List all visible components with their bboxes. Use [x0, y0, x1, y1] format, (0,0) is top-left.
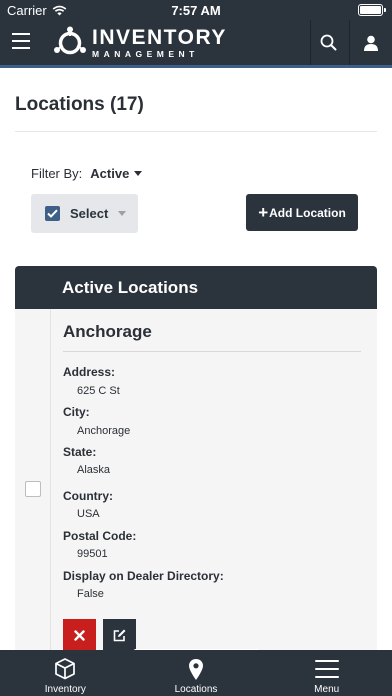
row-checkbox[interactable]	[25, 481, 41, 497]
tab-bar: Inventory Locations Menu	[0, 650, 392, 696]
edit-button[interactable]	[103, 619, 136, 651]
divider	[15, 131, 377, 132]
add-location-button[interactable]: + Add Location	[246, 194, 358, 231]
tab-inventory[interactable]: Inventory	[0, 650, 131, 696]
country-label: Country:	[63, 489, 113, 503]
location-name: Anchorage	[63, 322, 152, 341]
location-card: Anchorage Address: 625 C St City: Anchor…	[15, 309, 377, 669]
address-label: Address:	[63, 365, 116, 379]
plus-icon: +	[258, 203, 269, 222]
search-icon	[320, 34, 337, 51]
page-title: Locations (17)	[15, 94, 144, 115]
logo-icon	[54, 26, 86, 55]
city-value: Anchorage	[77, 425, 131, 437]
postal-code-label: Postal Code:	[63, 529, 137, 543]
account-button[interactable]	[349, 20, 392, 65]
brand-logo[interactable]: INVENTORY MANAGEMENT	[52, 26, 227, 60]
search-button[interactable]	[310, 20, 346, 65]
filter-by: Filter By: Active	[31, 166, 143, 181]
select-label: Select	[70, 206, 109, 221]
user-icon	[364, 35, 378, 51]
panel-title: Active Locations	[15, 266, 377, 309]
city-label: City:	[63, 405, 90, 419]
dealer-directory-value: False	[77, 588, 104, 600]
app-header: INVENTORY MANAGEMENT	[0, 20, 392, 68]
country-value: USA	[77, 508, 100, 520]
delete-button[interactable]	[63, 619, 96, 651]
battery-icon	[358, 4, 386, 16]
checkbox-checked-icon[interactable]	[45, 206, 60, 221]
tab-locations[interactable]: Locations	[131, 650, 262, 696]
address-value: 625 C St	[77, 385, 120, 397]
edit-icon	[113, 629, 125, 642]
brand-title: INVENTORY	[92, 26, 227, 50]
dealer-directory-label: Display on Dealer Directory:	[63, 569, 224, 583]
state-value: Alaska	[77, 464, 111, 476]
cube-icon	[55, 658, 76, 680]
tab-menu-label: Menu	[314, 684, 340, 695]
clock: 7:57 AM	[171, 3, 221, 18]
chevron-down-icon[interactable]	[134, 171, 143, 176]
filter-dropdown[interactable]: Active	[90, 166, 129, 181]
divider	[63, 351, 361, 352]
map-pin-icon	[189, 658, 203, 680]
row-select-column	[15, 309, 51, 669]
tab-menu[interactable]: Menu	[261, 650, 392, 696]
hamburger-icon	[314, 660, 339, 678]
close-icon	[74, 629, 85, 641]
hamburger-icon[interactable]	[12, 33, 30, 51]
chevron-down-icon	[118, 211, 127, 216]
state-label: State:	[63, 445, 97, 459]
select-all-button[interactable]: Select	[31, 194, 138, 233]
add-location-label: Add Location	[269, 205, 346, 220]
tab-inventory-label: Inventory	[44, 684, 86, 695]
tab-locations-label: Locations	[174, 684, 218, 695]
postal-code-value: 99501	[77, 548, 108, 560]
status-bar: Carrier 7:57 AM	[0, 0, 392, 20]
filter-label: Filter By:	[31, 166, 83, 181]
brand-subtitle: MANAGEMENT	[92, 49, 199, 60]
